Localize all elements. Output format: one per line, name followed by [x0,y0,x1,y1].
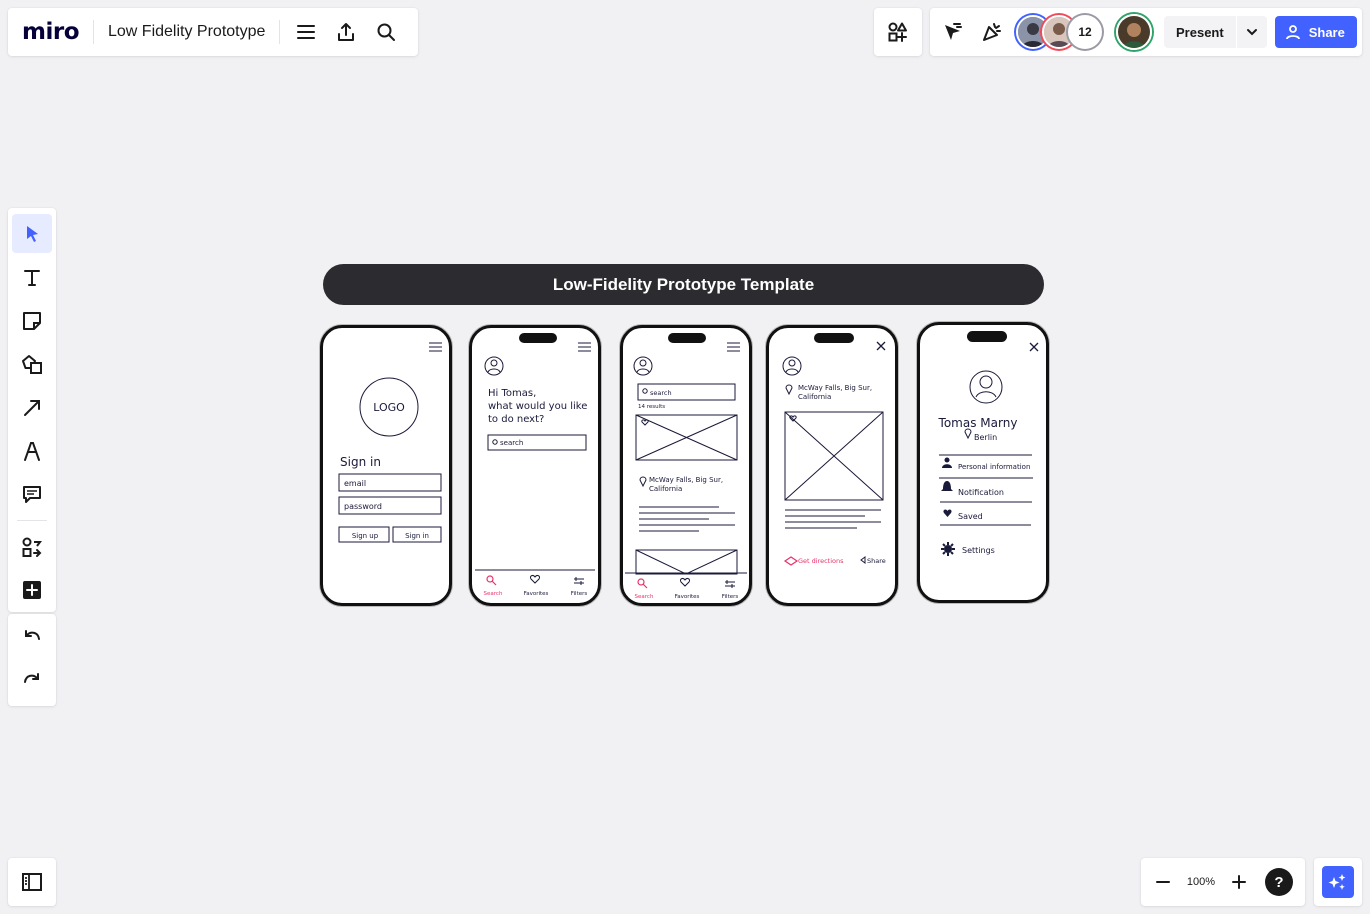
results-count: 14 results [638,404,665,410]
nav-filters: Filters [571,591,588,597]
signin-heading: Sign in [340,455,381,469]
templates-icon[interactable] [12,527,52,566]
location-line-2: California [649,485,682,493]
results-sketch: search 14 results McWay Falls, Big Sur, … [625,333,747,600]
pen-icon[interactable] [12,431,52,470]
divider [17,520,47,522]
share-button[interactable]: Share [1274,16,1357,48]
left-toolbar [8,208,56,612]
banner-title: Low-Fidelity Prototype Template [552,274,815,294]
get-directions-link: Get directions [798,557,844,565]
arrow-line-icon[interactable] [12,388,52,427]
template-banner[interactable]: Low-Fidelity Prototype Template [323,264,1044,305]
search-icon[interactable] [366,12,406,52]
add-more-icon[interactable] [12,571,52,610]
collaborator-count[interactable]: 12 [1068,15,1102,49]
phone-profile-screen[interactable]: Tomas Marny Berlin Personal information … [917,322,1049,603]
apps-panel [874,8,922,56]
nav-search: Search [484,591,503,597]
nav-favorites: Favorites [675,594,700,600]
signin-button: Sign in [405,532,429,540]
zoom-panel: 100% ? [1141,858,1305,906]
collaboration-bar: 12 Present Share [930,8,1362,56]
signup-button: Sign up [352,532,379,540]
password-field: password [344,502,382,511]
email-field: email [344,479,366,488]
undo-icon[interactable] [12,617,52,657]
location-line-2: California [798,393,831,401]
assist-panel [1314,858,1362,906]
menu-notification: Notification [958,488,1004,497]
user-icon [1285,25,1300,40]
menu-settings: Settings [962,546,995,555]
divider [279,20,281,44]
phone-detail-screen[interactable]: McWay Falls, Big Sur, California Get dir… [766,325,898,606]
location-line-1: McWay Falls, Big Sur, [649,476,723,484]
search-field: search [500,439,523,447]
current-user-avatar[interactable] [1116,14,1152,50]
phone-signin-screen[interactable]: LOGO Sign in email password Sign up Sign… [320,325,452,606]
menu-icon[interactable] [286,12,326,52]
detail-sketch: McWay Falls, Big Sur, California Get dir… [782,333,886,566]
present-label: Present [1176,24,1224,40]
greeting-line-1: Hi Tomas, [488,388,536,399]
nav-filters: Filters [722,594,739,600]
search-field: search [650,389,672,397]
nav-search: Search [635,594,654,600]
greeting-line-2: what would you like [488,401,587,412]
share-label: Share [1308,24,1345,40]
zoom-in-icon[interactable] [1219,862,1259,902]
divider [93,20,94,44]
comment-icon[interactable] [12,475,52,514]
signin-sketch: LOGO Sign in email password Sign up Sign… [338,342,442,543]
phone-results-screen[interactable]: search 14 results McWay Falls, Big Sur, … [620,325,752,606]
share-link: Share [867,557,886,565]
menu-saved: Saved [958,512,983,521]
phone-home-screen[interactable]: Hi Tomas, what would you like to do next… [469,325,601,606]
collaborators[interactable]: 12 [1016,15,1102,49]
profile-sketch: Tomas Marny Berlin Personal information … [938,331,1039,556]
miro-logo[interactable]: miro [22,19,80,45]
export-icon[interactable] [326,12,366,52]
frames-sidebar-icon[interactable] [12,862,52,902]
help-button[interactable]: ? [1259,862,1299,902]
chevron-down-icon[interactable] [1237,26,1267,38]
select-cursor-icon[interactable] [12,214,52,254]
nav-favorites: Favorites [524,591,549,597]
apps-icon[interactable] [878,12,918,52]
logo-placeholder: LOGO [373,401,405,414]
home-sketch: Hi Tomas, what would you like to do next… [475,333,595,597]
profile-name: Tomas Marny [938,416,1018,430]
greeting-line-3: to do next? [488,414,544,425]
zoom-level[interactable]: 100% [1183,876,1219,888]
board-title[interactable]: Low Fidelity Prototype [108,23,265,41]
present-button[interactable]: Present [1164,16,1267,48]
celebrate-icon[interactable] [972,12,1012,52]
zoom-out-icon[interactable] [1143,862,1183,902]
text-icon[interactable] [12,257,52,296]
profile-city: Berlin [974,433,997,442]
ai-assist-icon[interactable] [1322,866,1354,898]
sticky-note-icon[interactable] [12,301,52,340]
location-line-1: McWay Falls, Big Sur, [798,384,872,392]
menu-personal-information: Personal information [958,463,1030,471]
cursor-follow-icon[interactable] [932,12,972,52]
board-header: miro Low Fidelity Prototype [8,8,418,56]
help-icon: ? [1265,868,1293,896]
shapes-icon[interactable] [12,344,52,383]
redo-icon[interactable] [12,660,52,700]
history-panel [8,614,56,706]
frames-panel [8,858,56,906]
